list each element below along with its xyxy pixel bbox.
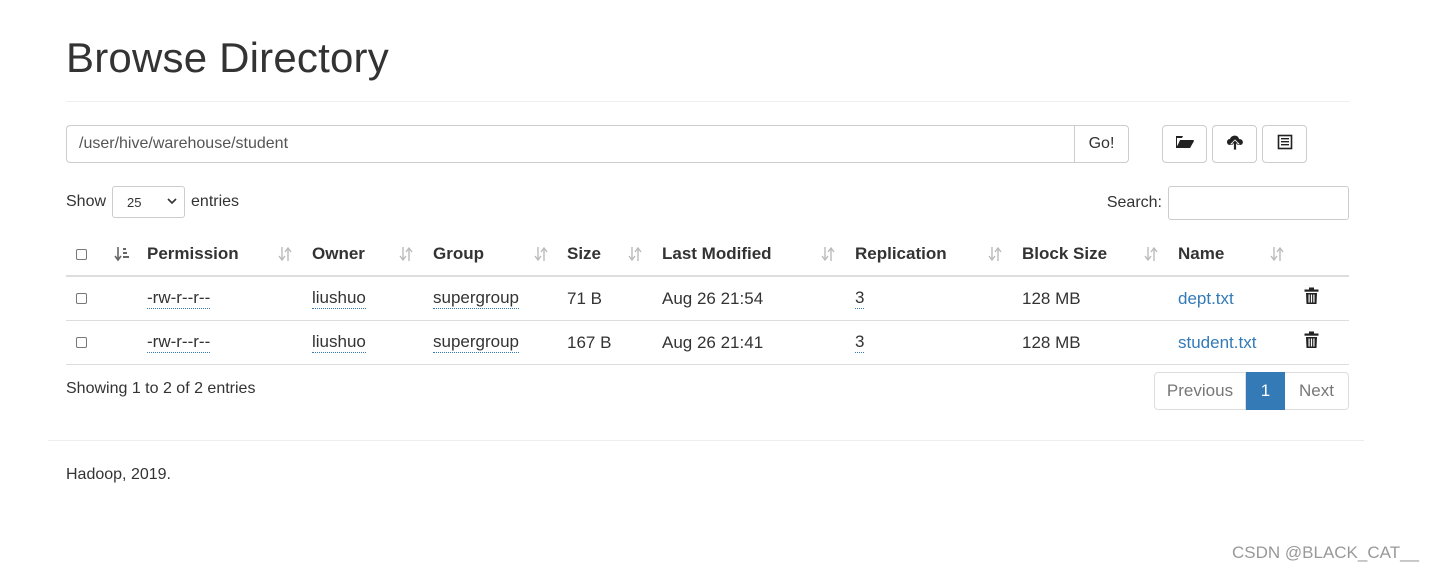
sort-both-icon[interactable] [278, 246, 292, 267]
row-checkbox[interactable] [76, 293, 87, 304]
size-cell: 167 B [567, 332, 612, 352]
replication-value[interactable]: 3 [855, 332, 865, 353]
page-length-control: Show 25 entries [66, 186, 239, 218]
footer-divider [48, 440, 1364, 441]
title-divider [66, 101, 1349, 102]
go-button[interactable]: Go! [1074, 125, 1129, 163]
select-all-checkbox-cell [76, 233, 87, 275]
folder-open-icon [1175, 134, 1195, 155]
list-alt-icon [1277, 134, 1293, 155]
sort-active-icon[interactable] [114, 233, 130, 275]
sort-both-icon[interactable] [628, 246, 642, 267]
pagination: Previous 1 Next [1154, 372, 1349, 410]
create-directory-button[interactable] [1162, 125, 1207, 163]
sort-both-icon[interactable] [534, 246, 548, 267]
upload-button[interactable] [1212, 125, 1257, 163]
table-info: Showing 1 to 2 of 2 entries [66, 380, 256, 397]
group-cell: supergroup [433, 277, 520, 320]
col-header-size[interactable]: Size [567, 233, 601, 275]
group-value[interactable]: supergroup [433, 288, 520, 309]
select-all-checkbox[interactable] [76, 248, 87, 260]
sort-both-icon[interactable] [988, 246, 1002, 267]
sort-both-icon[interactable] [1270, 246, 1284, 267]
permission-cell: -rw-r--r-- [147, 321, 211, 364]
owner-value[interactable]: liushuo [312, 332, 366, 353]
row-checkbox[interactable] [76, 337, 87, 348]
permission-value[interactable]: -rw-r--r-- [147, 288, 211, 309]
replication-cell: 3 [855, 277, 865, 320]
table-row: -rw-r--r-- liushuo supergroup 71 B Aug 2… [66, 277, 1349, 321]
sort-both-icon[interactable] [399, 246, 413, 267]
table-header: Permission Owner Group Size Last Modifie… [66, 233, 1349, 277]
search-label: Search: [1106, 194, 1162, 211]
previous-page-button[interactable]: Previous [1154, 372, 1246, 410]
col-header-block-size[interactable]: Block Size [1022, 233, 1107, 275]
current-page-button[interactable]: 1 [1246, 372, 1285, 410]
table-search: Search: [1107, 186, 1349, 220]
size-cell: 71 B [567, 288, 602, 308]
replication-value[interactable]: 3 [855, 288, 865, 309]
permission-cell: -rw-r--r-- [147, 277, 211, 320]
name-cell: dept.txt [1178, 277, 1234, 320]
page-length-select[interactable]: 25 [112, 186, 186, 218]
next-page-button[interactable]: Next [1285, 372, 1349, 410]
permission-value[interactable]: -rw-r--r-- [147, 332, 211, 353]
col-header-permission[interactable]: Permission [147, 233, 239, 275]
sort-both-icon[interactable] [821, 246, 835, 267]
col-header-owner[interactable]: Owner [312, 233, 365, 275]
search-input[interactable] [1168, 186, 1349, 220]
last-modified-cell: Aug 26 21:54 [662, 288, 764, 308]
trash-icon [1304, 287, 1319, 310]
delete-button[interactable] [1304, 277, 1319, 320]
cloud-upload-icon [1225, 133, 1245, 156]
owner-cell: liushuo [312, 321, 366, 364]
page-title: Browse Directory [66, 34, 389, 81]
group-cell: supergroup [433, 321, 520, 364]
show-label: Show [66, 193, 107, 210]
block-size-cell: 128 MB [1022, 288, 1081, 308]
cut-paste-button[interactable] [1262, 125, 1307, 163]
file-name-link[interactable]: dept.txt [1178, 289, 1234, 309]
replication-cell: 3 [855, 321, 865, 364]
watermark: CSDN @BLACK_CAT__ [1232, 543, 1419, 562]
block-size-cell: 128 MB [1022, 332, 1081, 352]
row-checkbox-cell [76, 277, 87, 320]
sort-both-icon[interactable] [1144, 246, 1158, 267]
owner-cell: liushuo [312, 277, 366, 320]
col-header-group[interactable]: Group [433, 233, 484, 275]
path-input[interactable]: /user/hive/warehouse/student [66, 125, 1074, 163]
table-row: -rw-r--r-- liushuo supergroup 167 B Aug … [66, 321, 1349, 365]
footer-text: Hadoop, 2019. [66, 466, 171, 483]
file-name-link[interactable]: student.txt [1178, 333, 1256, 353]
trash-icon [1304, 331, 1319, 354]
delete-button[interactable] [1304, 321, 1319, 364]
col-header-name[interactable]: Name [1178, 233, 1224, 275]
file-table: Permission Owner Group Size Last Modifie… [66, 233, 1349, 365]
col-header-last-modified[interactable]: Last Modified [662, 233, 772, 275]
col-header-replication[interactable]: Replication [855, 233, 947, 275]
last-modified-cell: Aug 26 21:41 [662, 332, 764, 352]
entries-label: entries [191, 193, 240, 210]
path-bar: /user/hive/warehouse/student Go! [66, 125, 1129, 163]
group-value[interactable]: supergroup [433, 332, 520, 353]
name-cell: student.txt [1178, 321, 1256, 364]
owner-value[interactable]: liushuo [312, 288, 366, 309]
chevron-down-icon [166, 195, 178, 210]
page-length-value: 25 [127, 194, 142, 210]
row-checkbox-cell [76, 321, 87, 364]
